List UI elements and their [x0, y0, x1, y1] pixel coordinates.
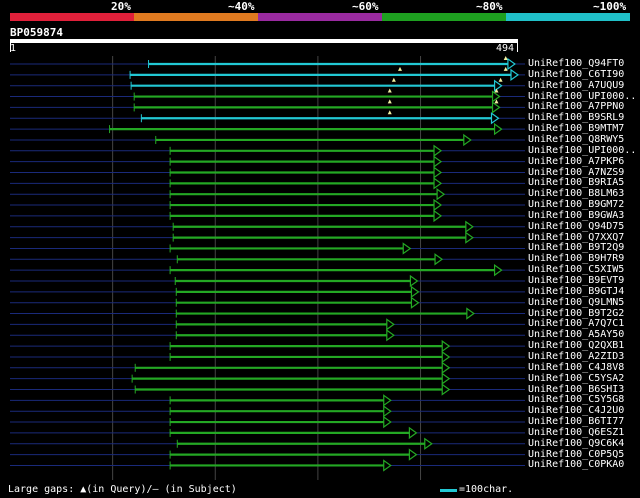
hit-label[interactable]: UniRef100_C0P5Q5 — [528, 449, 624, 460]
hit-label[interactable]: UniRef100_B9T2Q9 — [528, 242, 624, 253]
hit-end-arrow — [433, 155, 443, 168]
hit-end-arrow — [386, 329, 395, 342]
hit-label[interactable]: UniRef100_C5Y5G8 — [528, 394, 624, 405]
hit-label[interactable]: UniRef100_Q94FT0 — [528, 58, 624, 69]
hit-label[interactable]: UniRef100_Q8RWY5 — [528, 134, 624, 145]
hit-label[interactable]: UniRef100_Q9C6K4 — [528, 438, 624, 449]
hit-label[interactable]: UniRef100_UPI000.. — [528, 145, 636, 156]
hit-end-arrow — [493, 122, 503, 136]
hit-label[interactable]: UniRef100_Q94D75 — [528, 221, 624, 232]
hit-end-arrow — [408, 448, 418, 461]
hit-label[interactable]: UniRef100_Q7XXQ7 — [528, 232, 624, 243]
hit-label[interactable]: UniRef100_A7UQU9 — [528, 80, 624, 91]
hit-end-arrow — [383, 405, 392, 418]
hit-label[interactable]: UniRef100_Q2QXB1 — [528, 340, 624, 351]
hit-end-arrow — [463, 133, 472, 147]
hit-label[interactable]: UniRef100_C4J8V8 — [528, 362, 624, 373]
hit-end-arrow — [507, 57, 516, 71]
hit-end-arrow — [383, 459, 392, 472]
hit-end-arrow — [466, 307, 475, 320]
hit-label[interactable]: UniRef100_C6TI90 — [528, 69, 624, 80]
hit-label[interactable]: UniRef100_A7PPN0 — [528, 101, 624, 112]
query-gap-marker — [503, 66, 508, 71]
hit-label[interactable]: UniRef100_B9EVT9 — [528, 275, 624, 286]
hit-end-arrow — [510, 68, 520, 82]
hit-label[interactable]: UniRef100_C5XIW5 — [528, 264, 624, 275]
scale-bar — [440, 489, 457, 492]
hit-label[interactable]: UniRef100_B6TI77 — [528, 416, 624, 427]
hit-end-arrow — [383, 394, 392, 407]
gap-legend-text: Large gaps: ▲(in Query)/— (in Subject) — [8, 484, 237, 495]
hit-label[interactable]: UniRef100_A7Q7C1 — [528, 318, 624, 329]
hit-end-arrow — [441, 361, 451, 374]
hit-label[interactable]: UniRef100_A7PKP6 — [528, 156, 624, 167]
hit-end-arrow — [491, 101, 501, 114]
hit-end-arrow — [441, 350, 451, 364]
hit-label[interactable]: UniRef100_B8LM63 — [528, 188, 624, 199]
hit-label[interactable]: UniRef100_C5YSA2 — [528, 373, 624, 384]
hit-end-arrow — [383, 415, 392, 429]
hit-label[interactable]: UniRef100_B9GM72 — [528, 199, 624, 210]
hit-label[interactable]: UniRef100_A2ZID3 — [528, 351, 624, 362]
hit-label[interactable]: UniRef100_Q9LMN5 — [528, 297, 624, 308]
query-gap-marker — [387, 110, 392, 115]
hit-label[interactable]: UniRef100_B9SRL9 — [528, 112, 624, 123]
hit-label[interactable]: UniRef100_B9MTM7 — [528, 123, 624, 134]
hit-end-arrow — [433, 198, 443, 212]
hit-end-arrow — [386, 318, 395, 331]
hit-end-arrow — [493, 263, 503, 277]
hit-label[interactable]: UniRef100_B9GWA3 — [528, 210, 624, 221]
hit-label[interactable]: UniRef100_C4J2U0 — [528, 405, 624, 416]
hit-label[interactable]: UniRef100_B6SHI3 — [528, 384, 624, 395]
query-gap-marker — [398, 66, 402, 71]
hit-label[interactable]: UniRef100_UPI000.. — [528, 91, 636, 102]
hit-label[interactable]: UniRef100_Q6ESZ1 — [528, 427, 624, 438]
hit-end-arrow — [409, 274, 419, 288]
hit-label[interactable]: UniRef100_B9T2G2 — [528, 308, 624, 319]
hit-end-arrow — [491, 90, 501, 103]
hit-end-arrow — [465, 231, 474, 244]
hit-end-arrow — [434, 253, 444, 266]
hit-label[interactable]: UniRef100_B9RIA5 — [528, 177, 624, 188]
scale-label: =100char. — [459, 484, 514, 495]
hit-label[interactable]: UniRef100_A7NZS9 — [528, 167, 624, 178]
query-gap-marker — [503, 56, 508, 60]
hit-end-arrow — [402, 242, 412, 255]
hit-end-arrow — [441, 383, 451, 396]
hit-end-arrow — [424, 437, 433, 450]
hit-end-arrow — [433, 209, 443, 223]
hit-end-arrow — [493, 79, 503, 92]
hit-label[interactable]: UniRef100_B9H7R9 — [528, 253, 624, 264]
hit-end-arrow — [408, 426, 418, 440]
hit-label[interactable]: UniRef100_B9GTJ4 — [528, 286, 624, 297]
hit-end-arrow — [433, 177, 443, 190]
hit-label[interactable]: UniRef100_A5AY50 — [528, 329, 624, 340]
hit-end-arrow — [490, 112, 500, 125]
hit-end-arrow — [465, 220, 474, 233]
hit-end-arrow — [410, 296, 420, 309]
hit-end-arrow — [436, 188, 446, 201]
hit-end-arrow — [433, 166, 443, 179]
hit-end-arrow — [410, 285, 420, 299]
hit-label[interactable]: UniRef100_C0PKA0 — [528, 459, 624, 470]
query-gap-marker — [498, 77, 503, 82]
query-gap-marker — [387, 88, 392, 93]
query-gap-marker — [387, 99, 392, 104]
hit-end-arrow — [441, 339, 451, 353]
hit-end-arrow — [441, 372, 451, 385]
query-gap-marker — [391, 77, 396, 82]
hit-end-arrow — [433, 144, 443, 157]
